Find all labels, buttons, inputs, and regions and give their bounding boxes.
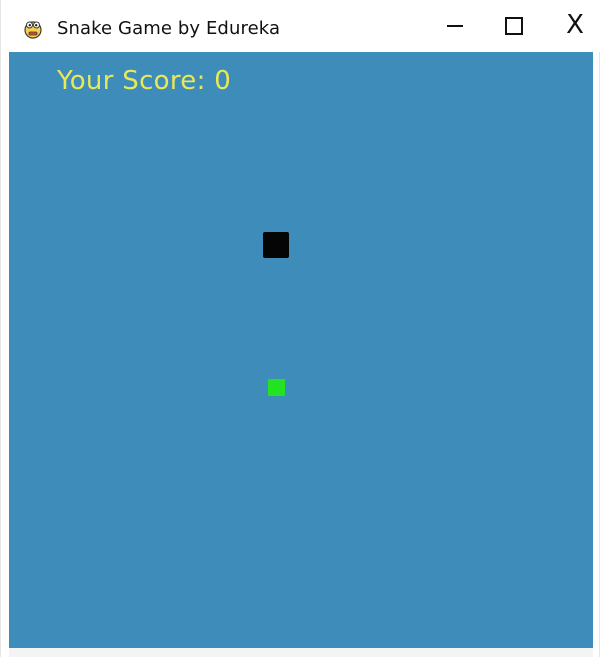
window-bottom-border [9, 648, 593, 657]
food-pellet [268, 379, 285, 396]
game-canvas[interactable]: Your Score: 0 [9, 52, 593, 648]
close-icon: X [566, 10, 584, 40]
maximize-icon [505, 17, 523, 35]
title-bar[interactable]: Snake Game by Edureka X [1, 0, 600, 52]
pygame-snake-icon [21, 16, 45, 40]
score-display: Your Score: 0 [57, 66, 232, 96]
minimize-icon [447, 25, 463, 27]
close-button[interactable]: X [545, 0, 600, 52]
maximize-button[interactable] [485, 0, 545, 52]
minimize-button[interactable] [425, 0, 485, 52]
snake-head [263, 232, 289, 258]
window-title: Snake Game by Edureka [57, 18, 281, 39]
game-window: Snake Game by Edureka X Your Score: 0 [0, 0, 600, 657]
